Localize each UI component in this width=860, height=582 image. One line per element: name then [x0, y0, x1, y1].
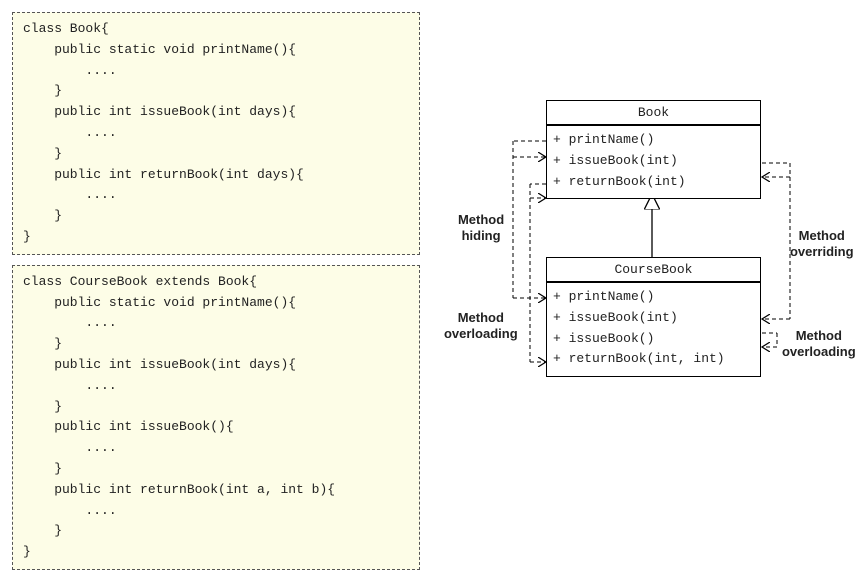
uml-book-method: + returnBook(int)	[553, 172, 754, 193]
uml-coursebook-method: + issueBook(int)	[553, 308, 754, 329]
label-method-overloading-left: Methodoverloading	[444, 310, 518, 341]
label-method-overriding: Methodoverriding	[790, 228, 854, 259]
uml-coursebook: CourseBook + printName() + issueBook(int…	[546, 257, 761, 377]
code-book: class Book{ public static void printName…	[12, 12, 420, 255]
uml-book-method: + issueBook(int)	[553, 151, 754, 172]
diagram-column: Book + printName() + issueBook(int) + re…	[450, 12, 848, 572]
uml-book-method: + printName()	[553, 130, 754, 151]
label-method-hiding: Methodhiding	[458, 212, 504, 243]
uml-book-title: Book	[547, 101, 760, 125]
uml-coursebook-method: + issueBook()	[553, 329, 754, 350]
label-method-overloading-right: Methodoverloading	[782, 328, 856, 359]
uml-coursebook-title: CourseBook	[547, 258, 760, 282]
uml-coursebook-method: + returnBook(int, int)	[553, 349, 754, 370]
uml-coursebook-method: + printName()	[553, 287, 754, 308]
code-column: class Book{ public static void printName…	[12, 12, 420, 580]
code-coursebook: class CourseBook extends Book{ public st…	[12, 265, 420, 570]
uml-book: Book + printName() + issueBook(int) + re…	[546, 100, 761, 199]
